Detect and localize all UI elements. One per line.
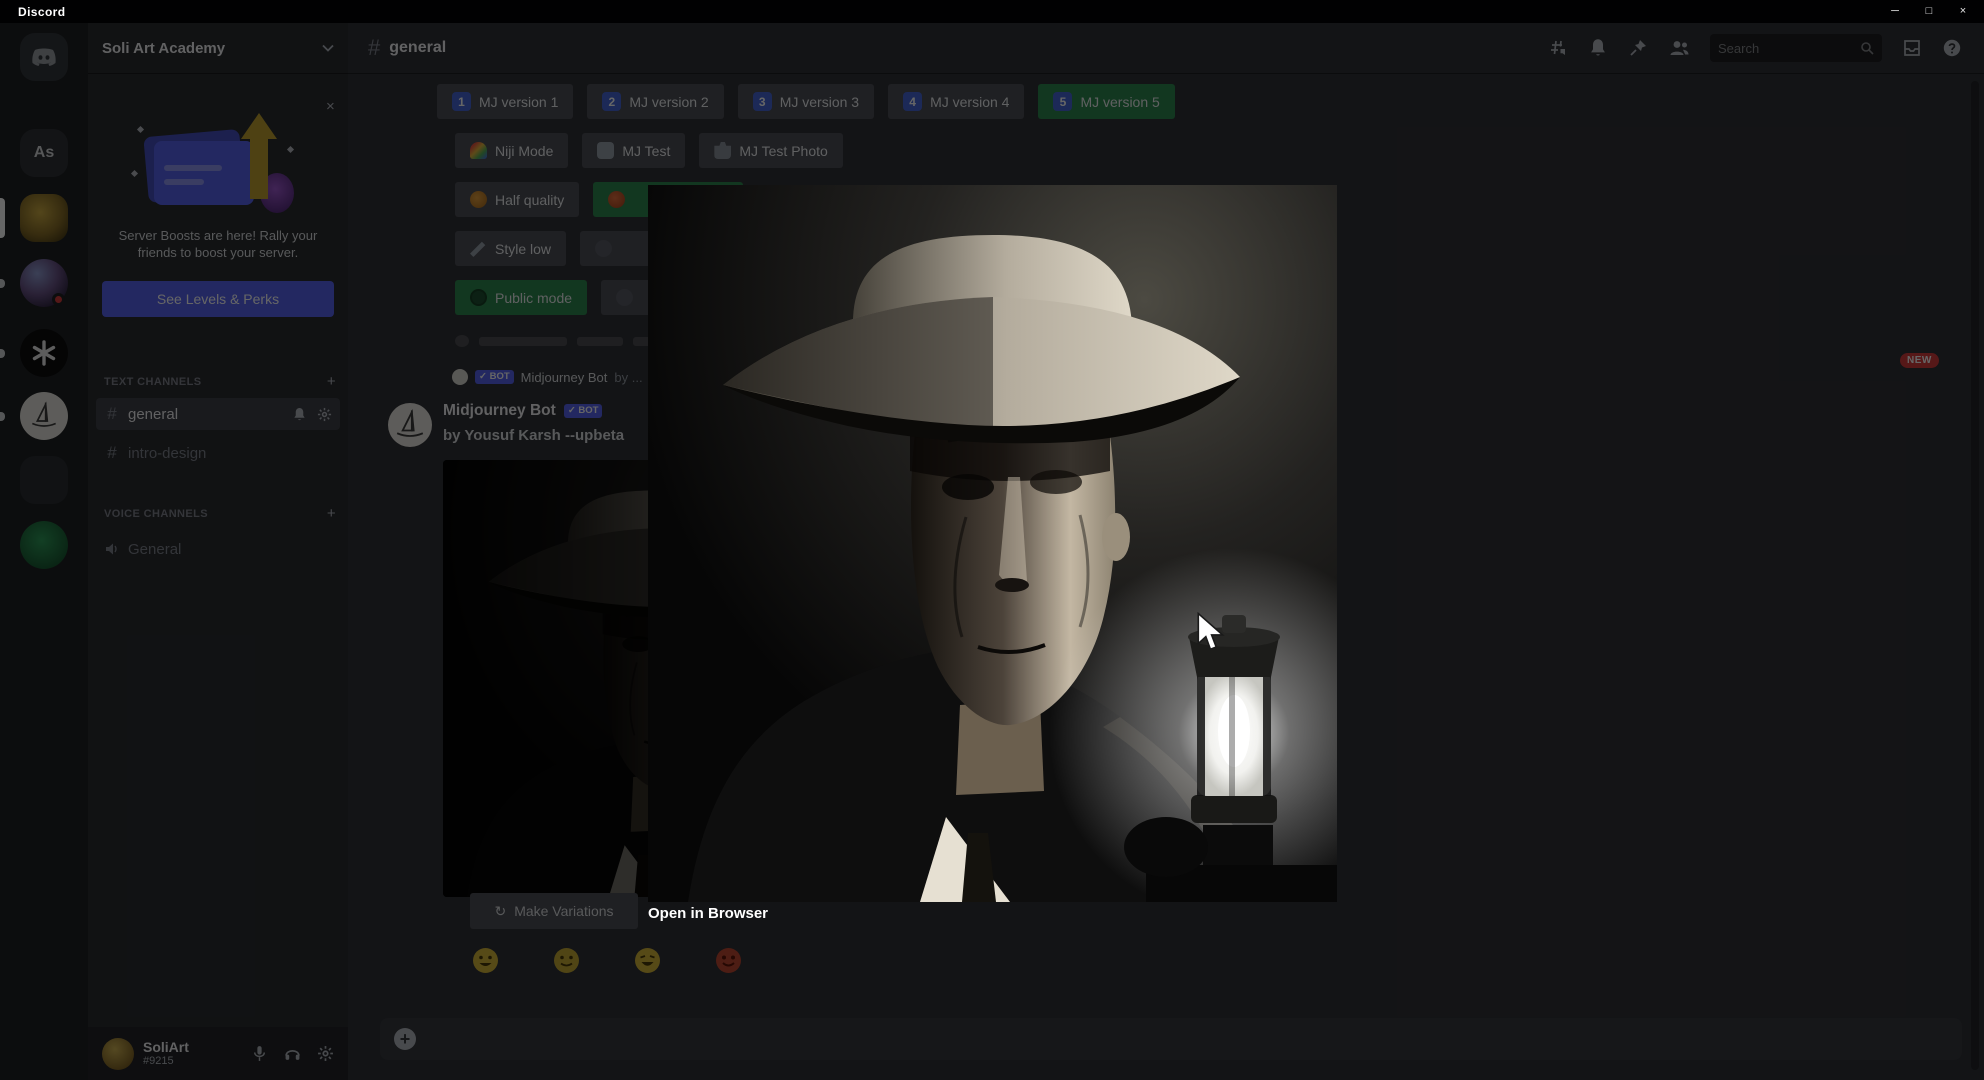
mouse-cursor	[1196, 611, 1226, 657]
maximize-button[interactable]: □	[1912, 0, 1946, 23]
titlebar: Discord ─ □ ×	[0, 0, 1984, 23]
window-controls: ─ □ ×	[1878, 0, 1980, 23]
discord-logo-text: Discord	[18, 4, 66, 19]
minimize-button[interactable]: ─	[1878, 0, 1912, 23]
open-in-browser-link[interactable]: Open in Browser	[648, 905, 768, 922]
discord-window: Discord ─ □ × As	[0, 0, 1984, 1080]
lightbox-image[interactable]	[648, 185, 1337, 902]
close-button[interactable]: ×	[1946, 0, 1980, 23]
